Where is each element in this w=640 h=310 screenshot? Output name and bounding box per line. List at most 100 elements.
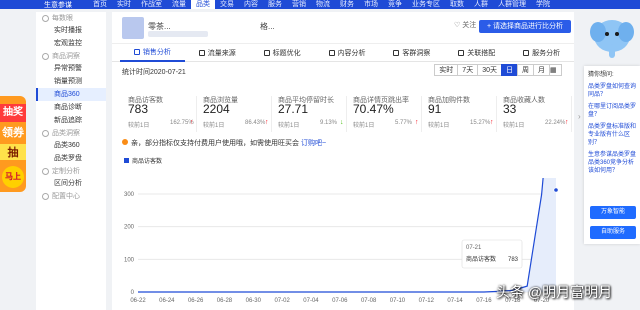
x-tick-label: 07-10 xyxy=(390,298,406,304)
nav-item-9[interactable]: 物流 xyxy=(311,0,335,9)
nav-item-6[interactable]: 内容 xyxy=(239,0,263,9)
tooltip-date: 07-21 xyxy=(466,245,482,251)
metric-card[interactable]: 商品详情页跳出率 70.47% 较前1日 5.77% ↑ xyxy=(347,96,422,132)
sidebar-item[interactable]: 新品追踪 xyxy=(36,114,106,127)
sidebar-item[interactable]: 销量预测 xyxy=(36,75,106,88)
metric-value: 70.47% xyxy=(353,102,394,116)
top-navigation: 生意参谋 首页 实时 作战室 流量 品类 交易 内容 服务 营销 物流 财务 市场 竞争 业务专区 取数 人群… xyxy=(0,0,640,9)
help-question[interactable]: 在哪里订阅品类罗盘？ xyxy=(584,101,640,121)
brand-title[interactable]: 生意参谋 xyxy=(0,0,88,9)
sidebar-group-label: 商品洞察 xyxy=(52,53,80,60)
nav-item-10[interactable]: 财务 xyxy=(335,0,359,9)
group-icon xyxy=(42,14,49,22)
sidebar-item[interactable]: 品类罗盘 xyxy=(36,152,106,165)
sidebar-item[interactable]: 品类360 xyxy=(36,139,106,152)
self-service-button[interactable]: 自助服务 xyxy=(590,226,636,239)
nav-item-7[interactable]: 服务 xyxy=(263,0,287,9)
notice-link[interactable]: 订购吧~ xyxy=(301,140,326,147)
metric-percent: 86.43% xyxy=(245,120,266,126)
sidebar-group-label: 配置中心 xyxy=(52,193,80,200)
period-2[interactable]: 30天 xyxy=(477,64,502,76)
tab-label: 内容分析 xyxy=(337,50,366,57)
nav-item-15[interactable]: 人群 xyxy=(469,0,493,9)
x-tick-label: 06-28 xyxy=(217,298,233,304)
analysis-tabs: 销售分析 流量来源 标题优化 内容分析 客群洞察 关联搭配 服务分析 xyxy=(112,44,574,62)
nav-item-13[interactable]: 业务专区 xyxy=(407,0,445,9)
tab-6[interactable]: 服务分析 xyxy=(509,44,574,62)
chart-legend[interactable]: 商品访客数 xyxy=(124,156,162,165)
metric-card[interactable]: 商品加购件数 91 较前1日 15.27% ↑ xyxy=(422,96,497,132)
metric-card[interactable]: 商品收藏人数 33 较前1日 22.24% ↑ xyxy=(497,96,572,132)
product-id-placeholder xyxy=(148,31,208,37)
metric-card[interactable]: 商品平均停留时长 27.71 较前1日 9.13% ↓ xyxy=(272,96,347,132)
sidebar-item[interactable]: 宏观监控 xyxy=(36,37,106,50)
sidebar-item[interactable]: 商品360 xyxy=(36,88,106,101)
group-icon xyxy=(42,52,49,60)
tab-2[interactable]: 标题优化 xyxy=(250,44,315,62)
sidebar-item[interactable]: 商品诊断 xyxy=(36,101,106,114)
sidebar-group-1: 商品洞察 xyxy=(36,50,106,62)
metric-card[interactable]: 商品访客数 783 较前1日 162.75% ↑ xyxy=(122,96,197,132)
nav-item-12[interactable]: 竞争 xyxy=(383,0,407,9)
follow-button[interactable]: ♡ 关注 xyxy=(454,20,476,30)
nav-item-4[interactable]: 品类 xyxy=(191,0,215,9)
x-tick-label: 07-06 xyxy=(332,298,348,304)
group-icon xyxy=(42,167,49,175)
promo-line-1: 抽奖 xyxy=(0,104,26,122)
help-question[interactable]: 品类罗盘标准版和专业版有什么区别？ xyxy=(584,121,640,149)
metrics-row: 商品访客数 783 较前1日 162.75% ↑ 商品浏览量 2204 较前1日 86.43% ↑… xyxy=(112,96,574,132)
product-thumbnail xyxy=(122,17,144,39)
nav-item-14[interactable]: 取数 xyxy=(445,0,469,9)
tab-4[interactable]: 客群洞察 xyxy=(379,44,444,62)
x-tick-label: 07-12 xyxy=(419,298,435,304)
period-1[interactable]: 7天 xyxy=(457,64,479,76)
help-question[interactable]: 品类罗盘如何查询同品？ xyxy=(584,81,640,101)
compare-product-button[interactable]: + 请选择商品进行比分析 xyxy=(479,20,571,33)
metrics-next-arrow-icon[interactable]: › xyxy=(578,112,581,121)
elephant-mascot-icon xyxy=(590,20,634,58)
promo-line-3: 抽 xyxy=(0,144,26,160)
sidebar-item[interactable]: 区间分析 xyxy=(36,177,106,190)
sidebar-item[interactable]: 实时播报 xyxy=(36,24,106,37)
nav-item-0[interactable]: 首页 xyxy=(88,0,112,9)
tab-icon xyxy=(263,50,270,56)
tab-1[interactable]: 流量来源 xyxy=(185,44,250,62)
nav-item-5[interactable]: 交易 xyxy=(215,0,239,9)
metric-value: 33 xyxy=(503,102,517,116)
promo-banner[interactable]: 抽奖 领券 抽 马上 xyxy=(0,96,26,192)
nav-item-2[interactable]: 作战室 xyxy=(136,0,167,9)
nav-item-3[interactable]: 流量 xyxy=(167,0,191,9)
sidebar: 每数眼 实时播报 宏观监控 商品洞察 异常预警 销量预测 商品360 商品诊断 新品追踪 品类洞察… xyxy=(36,12,106,310)
nav-item-8[interactable]: 营销 xyxy=(287,0,311,9)
watermark: 头条 @明月富明月 xyxy=(496,284,613,300)
period-5[interactable]: 月 xyxy=(533,64,550,76)
y-tick-label: 300 xyxy=(124,192,135,198)
notice-dot-icon xyxy=(122,139,128,145)
tab-label: 标题优化 xyxy=(272,50,301,57)
help-questions: 品类罗盘如何查询同品？ 在哪里订阅品类罗盘？ 品类罗盘标准版和专业版有什么区别？ 生意… xyxy=(584,81,640,177)
product-name-tail: 格... xyxy=(260,22,275,31)
period-0[interactable]: 实时 xyxy=(434,64,459,76)
metric-card[interactable]: 商品浏览量 2204 较前1日 86.43% ↑ xyxy=(197,96,272,132)
nav-item-1[interactable]: 实时 xyxy=(112,0,136,9)
smart-service-button[interactable]: 万象智能 xyxy=(590,206,636,219)
calendar-icon[interactable]: ▦ xyxy=(549,64,562,76)
trend-up-icon: ↑ xyxy=(415,119,419,126)
metric-compare: 较前1日 xyxy=(353,123,375,129)
tab-3[interactable]: 内容分析 xyxy=(315,44,380,62)
tab-5[interactable]: 关联搭配 xyxy=(444,44,509,62)
sidebar-item[interactable]: 异常预警 xyxy=(36,62,106,75)
tab-0[interactable]: 销售分析 xyxy=(120,44,185,62)
nav-item-17[interactable]: 学院 xyxy=(531,0,555,9)
period-4[interactable]: 周 xyxy=(517,64,534,76)
nav-item-11[interactable]: 市场 xyxy=(359,0,383,9)
sidebar-group-label: 定制分析 xyxy=(52,168,80,175)
trend-up-icon: ↑ xyxy=(190,119,194,126)
tab-label: 销售分析 xyxy=(142,49,171,56)
nav-item-16[interactable]: 人群管理 xyxy=(493,0,531,9)
help-question[interactable]: 生意参谋品类罗盘品类360竞争分析该如何用？ xyxy=(584,149,640,177)
period-3[interactable]: 日 xyxy=(501,64,518,76)
y-tick-label: 100 xyxy=(124,257,135,263)
tab-icon xyxy=(393,50,400,56)
top-nav-items: 首页 实时 作战室 流量 品类 交易 内容 服务 营销 物流 财务 市场 竞争 业务专区 取数 人群 人群管理学… xyxy=(88,0,555,9)
